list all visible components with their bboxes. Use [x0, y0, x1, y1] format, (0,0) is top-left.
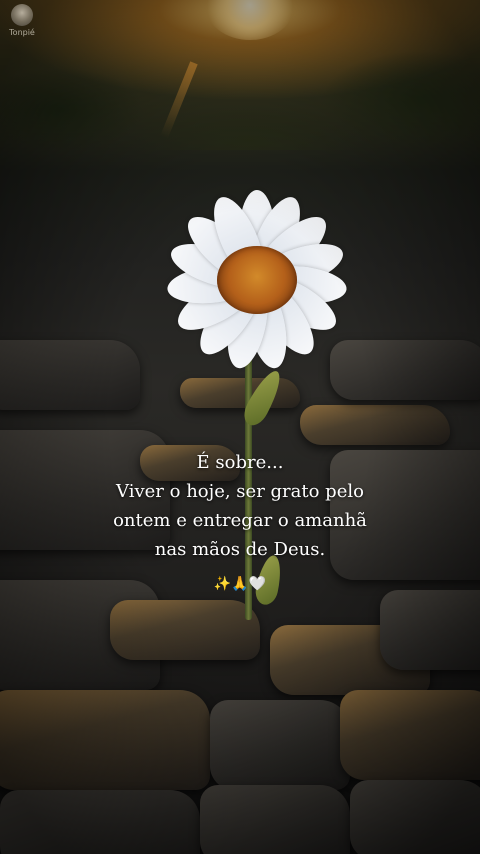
caption-line: Viver o hoje, ser grato pelo: [116, 481, 364, 502]
earth-plate: [340, 690, 480, 780]
blurred-treeline: [0, 40, 480, 150]
earth-plate: [210, 700, 350, 790]
emoji-row: ✨🙏🤍: [213, 576, 267, 592]
earth-plate: [0, 790, 200, 854]
photo-background: Tonpié É sobre... Viver o hoje, ser grat…: [0, 0, 480, 854]
watermark-text: Tonpié: [9, 28, 35, 37]
caption-line: ontem e entregar o amanhã: [113, 510, 367, 531]
watermark-logo-icon: [11, 4, 33, 26]
earth-plate: [110, 600, 260, 660]
earth-plate: [0, 690, 210, 790]
sun: [205, 0, 295, 40]
watermark: Tonpié: [4, 4, 40, 37]
earth-plate: [350, 780, 480, 854]
earth-plate: [380, 590, 480, 670]
earth-plate: [300, 405, 450, 445]
earth-plate: [180, 378, 300, 408]
daisy-flower: [140, 180, 360, 380]
earth-plate: [0, 340, 140, 410]
caption-line: nas mãos de Deus.: [154, 539, 326, 560]
flower-center: [217, 246, 297, 314]
earth-plate: [200, 785, 350, 854]
quote-caption: É sobre... Viver o hoje, ser grato pelo …: [0, 448, 480, 564]
caption-line: É sobre...: [196, 452, 284, 473]
